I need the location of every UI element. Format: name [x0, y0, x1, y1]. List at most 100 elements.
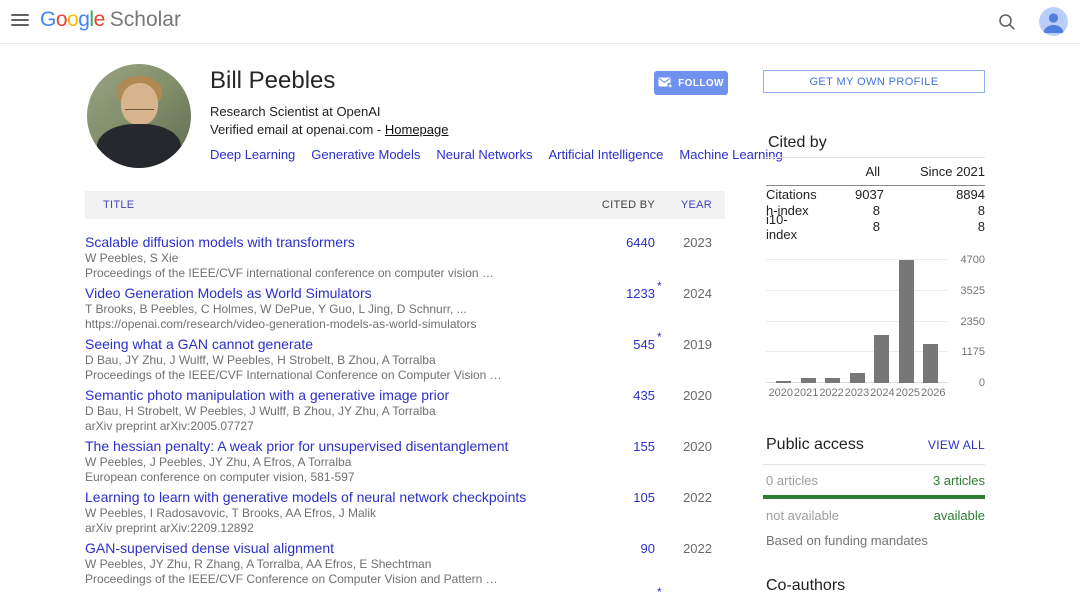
logo-letter: g [78, 8, 90, 31]
citation-star: * [657, 330, 662, 344]
article-cited-by-link[interactable]: 155 [563, 438, 655, 455]
logo-letter: e [93, 8, 106, 31]
citations-chart-ylabels: 0 1175 2350 3525 4700 [951, 254, 985, 389]
menu-icon[interactable] [11, 14, 29, 28]
article-venue: Proceedings of the IEEE/CVF Internationa… [85, 368, 502, 382]
article-row: Learning to learn with generative models… [85, 489, 725, 536]
photo-detail [125, 100, 154, 110]
logo-letter: o [67, 8, 79, 31]
article-title-link[interactable]: Video Generation Models as World Simulat… [85, 285, 563, 302]
follow-button[interactable]: FOLLOW [654, 71, 728, 95]
interest-tag[interactable]: Neural Networks [436, 147, 532, 162]
article-cited-by-link[interactable]: 1233 * [563, 279, 662, 302]
stat-all-value: 9037 [855, 187, 884, 202]
logo-letter: G [40, 8, 56, 31]
follow-envelope-icon [658, 77, 674, 89]
verified-email: Verified email at openai.com - Homepage [210, 122, 640, 138]
chart-bar-2021[interactable] [800, 378, 816, 383]
article-title-link[interactable]: GAN-supervised dense visual alignment [85, 540, 563, 557]
article-year: 2020 [683, 439, 712, 454]
chart-xtick-label: 2025 [895, 387, 921, 399]
photo-detail [97, 124, 181, 168]
article-cited-by-link[interactable]: 105 [563, 489, 655, 506]
available-count: 3 articles [932, 473, 985, 488]
stat-since-value: 8894 [956, 187, 985, 202]
homepage-link[interactable]: Homepage [385, 122, 449, 137]
chart-ytick-label: 4700 [960, 254, 985, 266]
chart-bar-2024[interactable] [874, 335, 889, 383]
search-icon[interactable] [997, 12, 1017, 32]
sort-by-year[interactable]: YEAR [655, 199, 725, 211]
article-year: 2022 [683, 490, 712, 505]
article-title-link[interactable]: Scalable diffusion models with transform… [85, 234, 563, 251]
not-available-label: not available [766, 508, 839, 523]
chart-xtick-label: 2023 [844, 387, 870, 399]
profile-info: Bill Peebles Research Scientist at OpenA… [210, 67, 783, 163]
citations-row: Citations 9037 8894 [766, 187, 985, 202]
article-authors: W Peebles, S Xie [85, 251, 179, 265]
chart-xtick-label: 2022 [819, 387, 844, 399]
profile-name: Bill Peebles [210, 67, 336, 94]
chart-ytick-label: 1175 [961, 346, 985, 359]
view-all-link[interactable]: VIEW ALL [928, 438, 985, 452]
article-row: Scalable diffusion models with transform… [85, 234, 725, 281]
article-title-link[interactable]: Seeing what a GAN cannot generate [85, 336, 563, 353]
article-year: 2019 [683, 337, 712, 352]
citations-chart-plot [766, 259, 948, 383]
chart-bar-2020[interactable] [776, 380, 791, 383]
stat-label: i10-index [766, 211, 798, 242]
articles-list: Scalable diffusion models with transform… [85, 234, 725, 594]
interest-tag[interactable]: Deep Learning [210, 147, 295, 162]
citation-star: * [657, 279, 662, 293]
logo-suffix: Scholar [109, 8, 181, 31]
cited-by-heading: Cited by [768, 134, 827, 151]
get-my-own-profile-button[interactable]: GET MY OWN PROFILE [763, 70, 985, 93]
article-authors: D Bau, H Strobelt, W Peebles, J Wulff, B… [85, 404, 436, 418]
article-row: Seeing what a GAN cannot generate D Bau,… [85, 330, 725, 383]
article-row: GAN-supervised dense visual alignment W … [85, 540, 725, 587]
coauthors-heading: Co-authors [766, 577, 846, 594]
chart-bar-2022[interactable] [825, 377, 840, 383]
i10-index-row: i10-index 8 8 [766, 212, 985, 242]
article-cited-by-link[interactable]: 90 [563, 540, 655, 557]
chart-bar-2023[interactable] [849, 372, 865, 383]
article-title-link[interactable]: Semantic photo manipulation with a gener… [85, 387, 563, 404]
profile-affiliation: Research Scientist at OpenAI [210, 104, 381, 119]
interest-tag[interactable]: Artificial Intelligence [549, 147, 664, 162]
top-bar: Google Scholar [0, 0, 1080, 44]
chart-ytick-label: 3525 [960, 284, 985, 297]
profile-photo[interactable] [87, 64, 191, 168]
chart-ytick-label: 0 [978, 377, 985, 389]
article-authors: W Peebles, J Peebles, JY Zhu, A Efros, A… [85, 455, 352, 469]
article-year: 2024 [683, 286, 712, 301]
chart-bar-2026[interactable] [923, 344, 938, 383]
article-year: 2022 [683, 541, 712, 556]
col-all: All [865, 164, 880, 179]
chart-bar-2025[interactable] [898, 260, 914, 383]
article-title-link[interactable]: Learning to learn with generative models… [85, 489, 563, 506]
article-venue: Proceedings of the IEEE/CVF Conference o… [85, 572, 498, 586]
articles-table-header: TITLE CITED BY YEAR [85, 191, 725, 219]
sort-by-citations[interactable]: CITED BY [563, 199, 655, 211]
funding-mandates-note: Based on funding mandates [766, 533, 928, 548]
article-venue: Proceedings of the IEEE/CVF internationa… [85, 266, 494, 280]
article-cited-by-link[interactable]: 545 * [563, 330, 661, 353]
article-venue: arXiv preprint arXiv:2209.12892 [85, 521, 254, 535]
citations-per-year-chart: 0 1175 2350 3525 4700 2020 2021 2022 2023 2024 20… [766, 254, 985, 400]
article-cited-by-link[interactable]: 6440 [563, 234, 655, 251]
sort-by-title[interactable]: TITLE [85, 199, 563, 211]
article-row: Video Generation Models as World Simulat… [85, 279, 725, 332]
article-title-link[interactable]: The hessian penalty: A weak prior for un… [85, 438, 563, 455]
chart-xtick-label: 2024 [870, 387, 895, 399]
chart-xtick-label: 2020 [768, 387, 793, 399]
follow-button-label: FOLLOW [678, 77, 724, 89]
article-venue: European conference on computer vision, … [85, 470, 355, 484]
interest-tag[interactable]: Generative Models [311, 147, 420, 162]
article-cited-by-link[interactable]: 435 [563, 387, 655, 404]
logo-letter: o [55, 8, 68, 31]
account-avatar[interactable] [1039, 7, 1068, 36]
article-row: Semantic photo manipulation with a gener… [85, 387, 725, 434]
google-scholar-logo[interactable]: Google Scholar [40, 8, 181, 32]
stat-label: Citations [766, 187, 817, 202]
verified-email-text: Verified email at openai.com - [210, 122, 385, 137]
